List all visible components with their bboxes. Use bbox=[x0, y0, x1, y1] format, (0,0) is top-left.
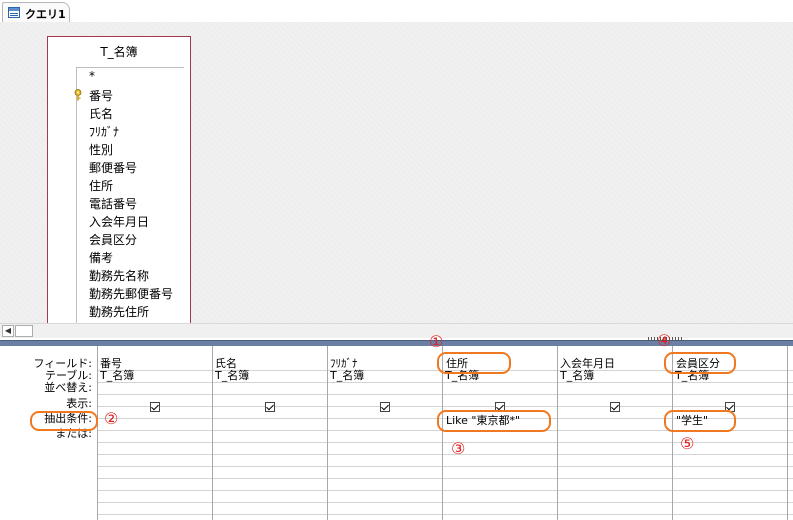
field-list-item[interactable]: ﾌﾘｶﾞﾅ bbox=[89, 123, 119, 140]
annotation-number-1: ① bbox=[429, 332, 444, 351]
query-icon bbox=[8, 7, 20, 18]
highlight-oval-member-criteria bbox=[664, 410, 736, 432]
design-grid: フィールド: テーブル: 並べ替え: 表示: 抽出条件: または: 番号 T_名… bbox=[0, 346, 793, 520]
show-checkbox[interactable] bbox=[265, 402, 275, 412]
field-list-item[interactable]: * bbox=[89, 69, 95, 83]
show-checkbox[interactable] bbox=[610, 402, 620, 412]
show-checkbox[interactable] bbox=[380, 402, 390, 412]
highlight-oval-member-field bbox=[664, 352, 736, 374]
field-list-item[interactable]: 氏名 bbox=[89, 105, 113, 122]
field-list-item[interactable]: 郵便番号 bbox=[89, 159, 137, 176]
highlight-oval-address-field bbox=[437, 352, 511, 374]
highlight-oval-address-criteria bbox=[437, 410, 551, 432]
field-list-item[interactable]: 住所 bbox=[89, 177, 113, 194]
row-label-sort: 並べ替え: bbox=[44, 381, 92, 394]
primary-key-icon bbox=[74, 89, 82, 101]
query-design-pane: T_名簿 * 番号 氏名 ﾌﾘｶﾞﾅ 性別 郵便番号 住所 電話番号 入会年月日… bbox=[0, 22, 793, 323]
field-list-item[interactable]: 会員区分 bbox=[89, 231, 137, 248]
field-list-title: T_名簿 bbox=[100, 45, 138, 59]
scroll-thumb[interactable] bbox=[15, 325, 33, 337]
field-list-item[interactable]: 入会年月日 bbox=[89, 213, 149, 230]
show-checkbox[interactable] bbox=[150, 402, 160, 412]
field-list-item[interactable]: 電話番号 bbox=[89, 195, 137, 212]
horizontal-scrollbar[interactable]: ◀ bbox=[0, 323, 793, 338]
field-list-item[interactable]: 勤務先住所 bbox=[89, 303, 149, 320]
field-list-item[interactable]: 勤務先郵便番号 bbox=[89, 285, 173, 302]
field-list-window[interactable]: T_名簿 * 番号 氏名 ﾌﾘｶﾞﾅ 性別 郵便番号 住所 電話番号 入会年月日… bbox=[47, 36, 191, 323]
annotation-number-3: ③ bbox=[451, 439, 466, 458]
annotation-number-4: ④ bbox=[657, 331, 672, 350]
highlight-oval-criteria-label bbox=[30, 411, 98, 431]
field-list-item-key[interactable]: 番号 bbox=[74, 87, 114, 104]
field-list-item[interactable]: 性別 bbox=[89, 141, 113, 158]
field-name: 番号 bbox=[89, 89, 114, 103]
table-cell[interactable]: T_名簿 bbox=[100, 370, 134, 382]
annotation-number-2: ② bbox=[104, 409, 119, 428]
annotation-number-5: ⑤ bbox=[680, 434, 695, 453]
scroll-left-icon[interactable]: ◀ bbox=[2, 325, 14, 337]
table-cell[interactable]: T_名簿 bbox=[215, 370, 249, 382]
document-tab-bar: クエリ1 bbox=[0, 0, 793, 22]
field-list-item[interactable]: 備考 bbox=[89, 249, 113, 266]
tab-query1[interactable]: クエリ1 bbox=[2, 2, 70, 22]
field-list-item[interactable]: 勤務先名称 bbox=[89, 267, 149, 284]
table-cell[interactable]: T_名簿 bbox=[330, 370, 364, 382]
table-cell[interactable]: T_名簿 bbox=[560, 370, 594, 382]
field-list: * 番号 氏名 ﾌﾘｶﾞﾅ 性別 郵便番号 住所 電話番号 入会年月日 会員区分… bbox=[74, 67, 184, 323]
tab-label: クエリ1 bbox=[25, 8, 66, 21]
row-label-show: 表示: bbox=[66, 397, 92, 410]
